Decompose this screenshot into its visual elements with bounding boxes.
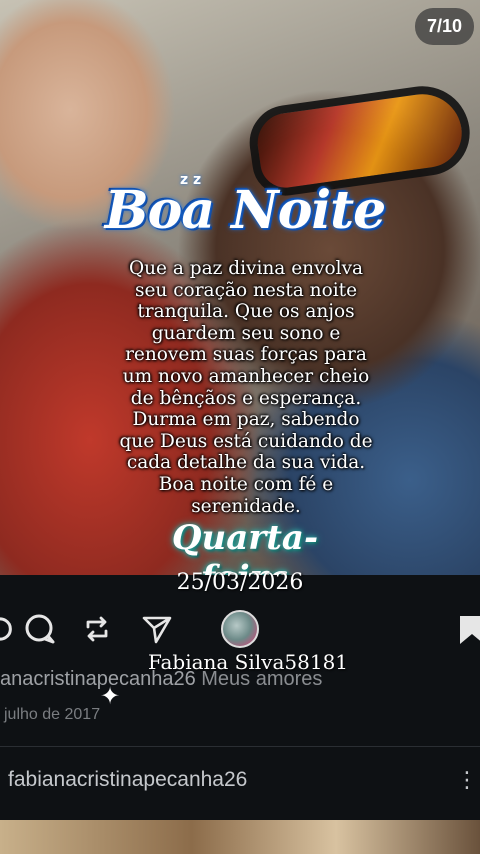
creator-avatar[interactable]: [221, 610, 259, 648]
caption-username[interactable]: anacristinapecanha26: [0, 668, 196, 690]
message-line: de bênçãos e esperança.: [130, 387, 362, 409]
sparkle-icon: ✦: [100, 682, 121, 710]
caption-text: Meus amores: [201, 668, 323, 690]
repost-icon[interactable]: [80, 612, 114, 646]
message-line: Boa noite com fé e: [158, 473, 334, 495]
message-line: serenidade.: [191, 495, 301, 517]
greeting-title: Boa Noite: [104, 180, 387, 241]
message-line: Que a paz divina envolva: [128, 258, 364, 279]
date-label: 25/03/2026: [176, 570, 304, 595]
divider: [0, 746, 480, 747]
next-photo-preview: [0, 820, 480, 854]
message-line: cada detalhe da sua vida.: [126, 452, 366, 474]
message-line: guardem seu sono e: [151, 322, 341, 344]
comment-icon[interactable]: [22, 612, 56, 646]
more-icon[interactable]: ⋮: [456, 768, 478, 793]
comment-username[interactable]: fabianacristinapecanha26: [8, 768, 247, 792]
message-line: tranquila. Que os anjos: [137, 301, 355, 323]
message-line: que Deus está cuidando de: [119, 430, 373, 452]
bookmark-icon[interactable]: [456, 612, 480, 646]
message-line: renovem suas forças para: [125, 344, 367, 366]
send-icon[interactable]: [140, 612, 174, 646]
message-line: um novo amanhecer cheio: [122, 365, 370, 387]
message-line: seu coração nesta noite: [134, 279, 358, 301]
post-date: julho de 2017: [4, 706, 101, 723]
like-icon[interactable]: [0, 612, 20, 646]
page-indicator: 7/10: [414, 8, 474, 45]
post-caption: anacristinapecanha26 Meus amores: [0, 668, 322, 691]
message-line: Durma em paz, sabendo: [132, 409, 360, 431]
greeting-message: Que a paz divina envolva seu coração nes…: [110, 258, 382, 517]
